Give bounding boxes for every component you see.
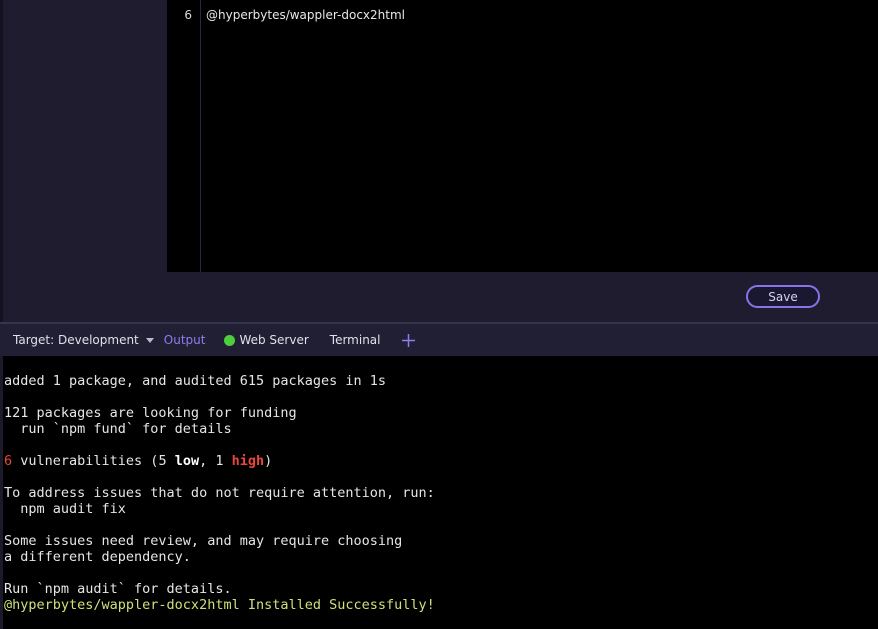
tab-terminal[interactable]: Terminal [330, 333, 381, 347]
vulnerabilities-line: 6 vulnerabilities (5 low, 1 high) [4, 453, 435, 469]
tab-terminal-label: Terminal [329, 333, 381, 347]
plus-icon[interactable] [402, 331, 416, 349]
tab-web-server[interactable]: Web Server [224, 333, 309, 347]
editor-pane: 6 @hyperbytes/wappler-docx2html Save [0, 0, 878, 322]
vuln-close: ) [264, 453, 273, 469]
terminal-line: Some issues need review, and may require… [4, 533, 403, 549]
vuln-sep: , 1 [199, 453, 232, 469]
terminal-line: npm audit fix [4, 501, 126, 517]
line-number: 6 [184, 8, 192, 22]
tab-output[interactable]: Output [164, 333, 206, 347]
terminal-blank [4, 517, 435, 533]
terminal-line: To address issues that do not require at… [4, 485, 435, 501]
save-button[interactable]: Save [746, 285, 820, 308]
vuln-text: vulnerabilities (5 [12, 453, 175, 469]
line-number-gutter: 6 [167, 0, 201, 272]
vuln-count: 6 [4, 453, 13, 469]
terminal-blank [4, 437, 435, 453]
terminal-line: a different dependency. [4, 549, 191, 565]
code-line[interactable]: @hyperbytes/wappler-docx2html [206, 8, 405, 22]
terminal-blank [4, 389, 435, 405]
tab-output-label: Output [163, 333, 206, 347]
terminal-blank [4, 565, 435, 581]
target-label: Target: Development [13, 333, 139, 347]
chevron-down-icon [145, 338, 154, 343]
code-editor[interactable]: 6 @hyperbytes/wappler-docx2html [167, 0, 878, 272]
tab-web-server-label: Web Server [239, 333, 309, 347]
terminal-line: run `npm fund` for details [4, 421, 232, 437]
status-dot-icon [224, 334, 236, 346]
vuln-low: low [174, 453, 200, 469]
terminal-line: Run `npm audit` for details. [4, 581, 232, 597]
install-success-message: @hyperbytes/wappler-docx2html Installed … [4, 597, 435, 613]
terminal-output[interactable]: added 1 package, and audited 615 package… [0, 356, 878, 629]
bottom-panel-tabbar: Target: Development Output Web Server Te… [0, 324, 878, 356]
target-select[interactable]: Target: Development [13, 333, 154, 347]
terminal-line: 121 packages are looking for funding [4, 405, 297, 421]
vuln-high: high [231, 453, 265, 469]
terminal-blank [4, 469, 435, 485]
side-panel [6, 0, 167, 272]
terminal-line: added 1 package, and audited 615 package… [4, 373, 387, 389]
